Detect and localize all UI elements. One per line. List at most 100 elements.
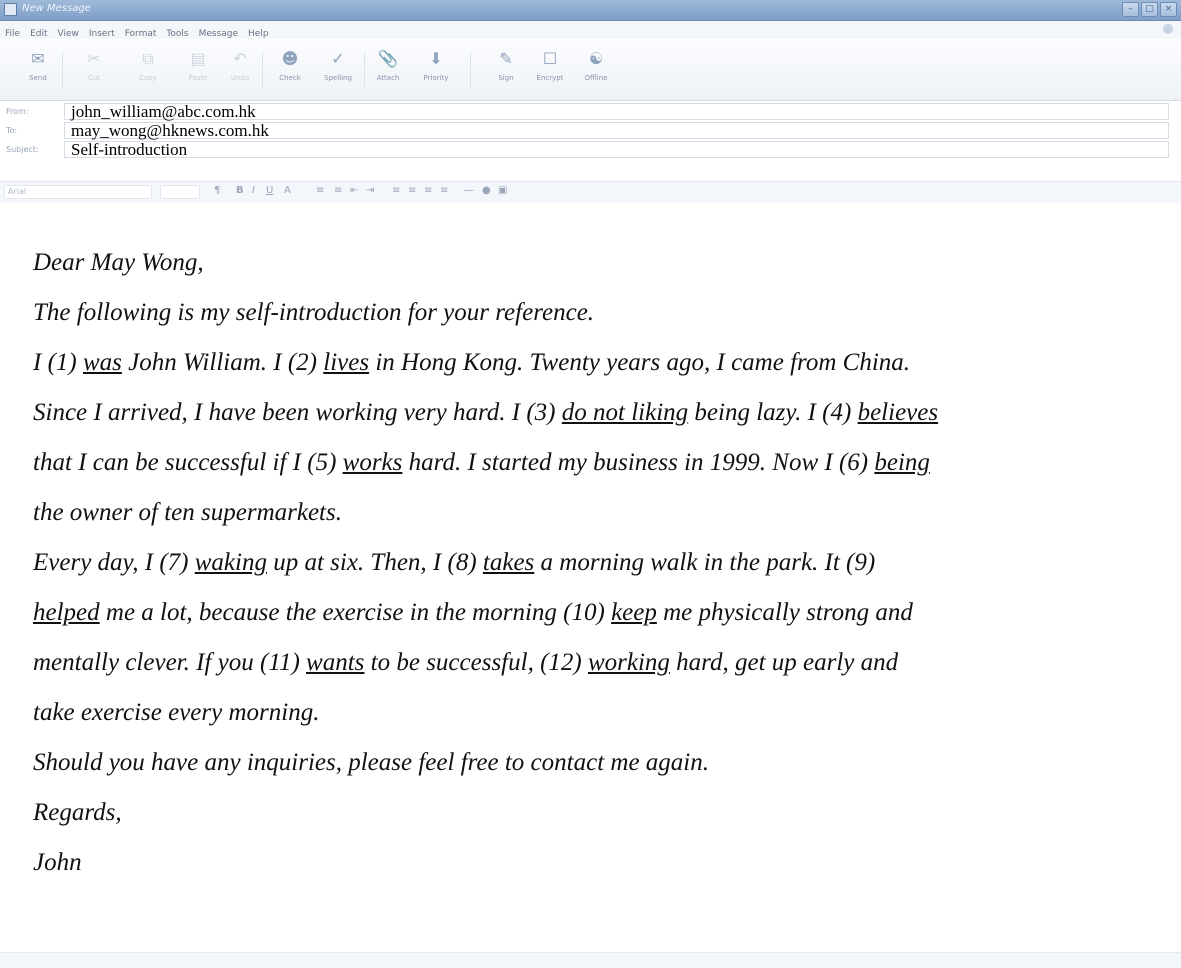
font-size-select[interactable] — [160, 185, 200, 199]
message-body[interactable]: Dear May Wong, The following is my self-… — [0, 203, 1181, 953]
body-line: the owner of ten supermarkets. — [33, 499, 342, 526]
decrease-indent-icon[interactable]: ⇤ — [350, 185, 358, 196]
body-line: take exercise every morning. — [33, 699, 320, 726]
maximize-button[interactable]: □ — [1141, 2, 1158, 17]
priority-button[interactable]: ⬇ Priority — [418, 46, 454, 96]
window-title: New Message — [22, 3, 91, 14]
priority-arrow-icon: ⬇ — [429, 49, 443, 68]
from-field[interactable]: john_william@abc.com.hk — [64, 103, 1169, 120]
answer-blank-3: do not liking — [561, 399, 689, 426]
regards-line: Regards, — [33, 799, 122, 826]
intro-line: The following is my self-introduction fo… — [33, 299, 595, 326]
sign-certificate-icon: ✎ — [499, 49, 513, 68]
align-center-icon[interactable]: ≡ — [408, 185, 416, 196]
menu-help[interactable]: Help — [243, 26, 274, 39]
menu-edit[interactable]: Edit — [25, 26, 52, 39]
offline-icon: ☯ — [588, 49, 604, 68]
toolbar: ✉ Send ✂ Cut ⧉ Copy ▤ Paste ↶ Undo ☻ Check ✓ Sp… — [0, 40, 1181, 101]
hyperlink-icon[interactable]: ● — [482, 185, 491, 196]
bullet-list-icon[interactable]: ≡ — [334, 185, 342, 196]
help-icon[interactable] — [1163, 24, 1173, 34]
undo-icon: ↶ — [233, 49, 247, 68]
answer-blank-10: keep — [611, 599, 657, 626]
check-names-icon: ☻ — [281, 49, 299, 68]
increase-indent-icon[interactable]: ⇥ — [366, 185, 374, 196]
answer-blank-8: takes — [482, 549, 535, 576]
to-button[interactable]: To: — [6, 126, 17, 135]
check-names-button[interactable]: ☻ Check — [272, 46, 308, 96]
horizontal-line-icon[interactable]: — — [464, 185, 474, 196]
font-select[interactable]: Arial — [4, 185, 152, 199]
menu-view[interactable]: View — [53, 26, 84, 39]
greeting-line: Dear May Wong, — [33, 249, 204, 276]
align-right-icon[interactable]: ≡ — [424, 185, 432, 196]
align-left-icon[interactable]: ≡ — [392, 185, 400, 196]
from-label: From: — [6, 107, 29, 116]
cut-button[interactable]: ✂ Cut — [76, 46, 112, 96]
answer-blank-1: was — [82, 349, 122, 376]
formatting-bar: Arial ¶ B I U A ≡ ≡ ⇤ ⇥ ≡ ≡ ≡ ≡ — ● ▣ — [0, 181, 1181, 204]
sign-button[interactable]: ✎ Sign — [488, 46, 524, 96]
minimize-button[interactable]: – — [1122, 2, 1139, 17]
underline-icon[interactable]: U — [266, 185, 273, 196]
closing-line: Should you have any inquiries, please fe… — [33, 749, 709, 776]
menu-message[interactable]: Message — [194, 26, 243, 39]
mail-app-icon — [4, 3, 17, 16]
signature-line: John — [33, 849, 82, 876]
offline-button[interactable]: ☯ Offline — [578, 46, 614, 96]
to-row: To: may_wong@hknews.com.hk — [0, 121, 1181, 141]
menu-file[interactable]: File — [0, 26, 25, 39]
menu-bar: File Edit View Insert Format Tools Message Help — [0, 21, 1181, 39]
body-line: helped me a lot, because the exercise in… — [33, 599, 913, 626]
toolbar-separator — [262, 52, 263, 88]
copy-button[interactable]: ⧉ Copy — [130, 46, 166, 96]
subject-row: Subject: Self-introduction — [0, 140, 1181, 160]
spelling-icon: ✓ — [331, 49, 345, 68]
encrypt-button[interactable]: ☐ Encrypt — [532, 46, 568, 96]
copy-icon: ⧉ — [142, 49, 154, 68]
paste-button[interactable]: ▤ Paste — [180, 46, 216, 96]
toolbar-separator — [364, 52, 365, 88]
answer-blank-12: working — [587, 649, 670, 676]
paragraph-style-icon[interactable]: ¶ — [214, 185, 220, 196]
encrypt-lock-icon: ☐ — [542, 49, 558, 68]
menu-format[interactable]: Format — [120, 26, 162, 39]
status-bar — [0, 952, 1181, 968]
title-bar: New Message – □ × — [0, 0, 1181, 21]
body-line: Since I arrived, I have been working ver… — [33, 399, 939, 426]
undo-button[interactable]: ↶ Undo — [222, 46, 258, 96]
paperclip-icon: 📎 — [378, 49, 398, 68]
answer-blank-9: helped — [33, 599, 100, 626]
menu-tools[interactable]: Tools — [161, 26, 193, 39]
toolbar-separator — [62, 52, 63, 88]
subject-label: Subject: — [6, 145, 39, 154]
spelling-button[interactable]: ✓ Spelling — [320, 46, 356, 96]
numbered-list-icon[interactable]: ≡ — [316, 185, 324, 196]
answer-blank-5: works — [342, 449, 403, 476]
close-button[interactable]: × — [1160, 2, 1177, 17]
attach-button[interactable]: 📎 Attach — [370, 46, 406, 96]
send-button[interactable]: ✉ Send — [20, 46, 56, 96]
body-line: mentally clever. If you (11) wants to be… — [33, 649, 899, 676]
from-row: From: john_william@abc.com.hk — [0, 102, 1181, 122]
to-field[interactable]: may_wong@hknews.com.hk — [64, 122, 1169, 139]
body-line: I (1) was John William. I (2) lives in H… — [33, 349, 911, 376]
justify-icon[interactable]: ≡ — [440, 185, 448, 196]
toolbar-separator — [470, 52, 471, 88]
body-line: that I can be successful if I (5) works … — [33, 449, 930, 476]
answer-blank-4: believes — [857, 399, 939, 426]
scissors-icon: ✂ — [87, 49, 101, 68]
answer-blank-2: lives — [323, 349, 370, 376]
insert-picture-icon[interactable]: ▣ — [498, 185, 507, 196]
send-icon: ✉ — [31, 49, 45, 68]
font-color-icon[interactable]: A — [284, 185, 291, 196]
window-controls: – □ × — [1122, 2, 1177, 17]
subject-field[interactable]: Self-introduction — [64, 141, 1169, 158]
italic-icon[interactable]: I — [252, 185, 255, 196]
answer-blank-6: being — [874, 449, 930, 476]
answer-blank-11: wants — [306, 649, 365, 676]
menu-insert[interactable]: Insert — [84, 26, 120, 39]
body-line: Every day, I (7) waking up at six. Then,… — [33, 549, 876, 576]
bold-icon[interactable]: B — [236, 185, 244, 196]
answer-blank-7: waking — [194, 549, 267, 576]
